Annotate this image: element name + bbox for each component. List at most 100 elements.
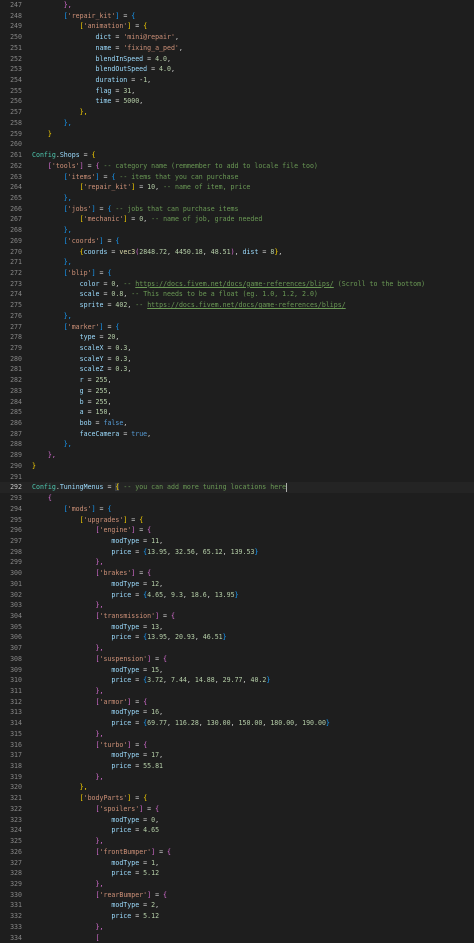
code-line[interactable]: 300 ['brakes'] = {: [0, 568, 474, 579]
code-line[interactable]: 334 [: [0, 933, 474, 943]
code-line[interactable]: 266 ['jobs'] = { -- jobs that can purcha…: [0, 204, 474, 215]
code-line[interactable]: 295 ['upgrades'] = {: [0, 515, 474, 526]
code-token: =: [111, 33, 124, 42]
code-line[interactable]: 272 ['blip'] = {: [0, 268, 474, 279]
code-line[interactable]: 322 ['spoilers'] = {: [0, 804, 474, 815]
code-line[interactable]: 330 ['rearBumper'] = {: [0, 890, 474, 901]
code-token: =: [103, 301, 116, 310]
code-line[interactable]: 278 type = 20,: [0, 332, 474, 343]
code-line[interactable]: 251 name = 'fixing_a_ped',: [0, 43, 474, 54]
code-line[interactable]: 327 modType = 1,: [0, 858, 474, 869]
code-line[interactable]: 255 flag = 31,: [0, 86, 474, 97]
code-line[interactable]: 297 modType = 11,: [0, 536, 474, 547]
code-line[interactable]: 254 duration = -1,: [0, 75, 474, 86]
code-line[interactable]: 329 },: [0, 879, 474, 890]
code-line[interactable]: 283 g = 255,: [0, 386, 474, 397]
code-line[interactable]: 314 price = {69.77, 116.28, 130.00, 150.…: [0, 718, 474, 729]
code-line[interactable]: 285 a = 150,: [0, 407, 474, 418]
code-token: scale: [32, 290, 100, 299]
code-line[interactable]: 319 },: [0, 772, 474, 783]
code-line[interactable]: 258 },: [0, 118, 474, 129]
code-line[interactable]: 301 modType = 12,: [0, 579, 474, 590]
code-line[interactable]: 257 },: [0, 107, 474, 118]
code-line[interactable]: 262 ['tools'] = { -- category name (remm…: [0, 161, 474, 172]
code-line[interactable]: 281 scaleZ = 0.3,: [0, 364, 474, 375]
code-line[interactable]: 273 color = 0, -- https://docs.fivem.net…: [0, 279, 474, 290]
code-line[interactable]: 333 },: [0, 922, 474, 933]
code-line[interactable]: 275 sprite = 402, -- https://docs.fivem.…: [0, 300, 474, 311]
code-line[interactable]: 305 modType = 13,: [0, 622, 474, 633]
code-line[interactable]: 323 modType = 0,: [0, 815, 474, 826]
code-token: 116.28: [174, 719, 199, 728]
code-line[interactable]: 260: [0, 139, 474, 150]
code-line[interactable]: 310 price = {3.72, 7.44, 14.88, 29.77, 4…: [0, 675, 474, 686]
code-line[interactable]: 328 price = 5.12: [0, 868, 474, 879]
code-line[interactable]: 268 },: [0, 225, 474, 236]
code-line[interactable]: 324 price = 4.65: [0, 825, 474, 836]
code-line[interactable]: 259 }: [0, 129, 474, 140]
code-line[interactable]: 250 dict = 'mini@repair',: [0, 32, 474, 43]
code-line[interactable]: 321 ['bodyParts'] = {: [0, 793, 474, 804]
code-token: price: [32, 762, 132, 771]
code-line[interactable]: 247 },: [0, 0, 474, 11]
code-line[interactable]: 269 ['coords'] = {: [0, 236, 474, 247]
code-line[interactable]: 276 },: [0, 311, 474, 322]
code-line[interactable]: 248 ['repair_kit'] = {: [0, 11, 474, 22]
code-line[interactable]: 263 ['items'] = { -- items that you can …: [0, 172, 474, 183]
code-line[interactable]: 304 ['transmission'] = {: [0, 611, 474, 622]
code-line[interactable]: 325 },: [0, 836, 474, 847]
code-line[interactable]: 307 },: [0, 643, 474, 654]
line-number: 334: [10, 933, 22, 942]
code-line[interactable]: 249 ['animation'] = {: [0, 21, 474, 32]
code-line[interactable]: 264 ['repair_kit'] = 10, -- name of item…: [0, 182, 474, 193]
code-line[interactable]: 277 ['marker'] = {: [0, 322, 474, 333]
code-line[interactable]: 265 },: [0, 193, 474, 204]
code-line[interactable]: 256 time = 5000,: [0, 96, 474, 107]
code-line[interactable]: 252 blendInSpeed = 4.0,: [0, 54, 474, 65]
code-line[interactable]: 318 price = 55.81: [0, 761, 474, 772]
code-line[interactable]: 311 },: [0, 686, 474, 697]
code-line[interactable]: 284 b = 255,: [0, 397, 474, 408]
code-line[interactable]: 290}: [0, 461, 474, 472]
code-line[interactable]: 313 modType = 16,: [0, 707, 474, 718]
code-line[interactable]: 279 scaleX = 0.3,: [0, 343, 474, 354]
code-line[interactable]: 331 modType = 2,: [0, 900, 474, 911]
code-line[interactable]: 267 ['mechanic'] = 0, -- name of job, gr…: [0, 214, 474, 225]
code-line[interactable]: 282 r = 255,: [0, 375, 474, 386]
code-line[interactable]: 289 },: [0, 450, 474, 461]
code-line[interactable]: 315 },: [0, 729, 474, 740]
code-line[interactable]: 296 ['engine'] = {: [0, 525, 474, 536]
code-line[interactable]: 287 faceCamera = true,: [0, 429, 474, 440]
code-token: 'transmission': [99, 611, 156, 620]
code-line[interactable]: 274 scale = 0.8, -- This needs to be a f…: [0, 289, 474, 300]
code-token: =: [95, 333, 108, 342]
code-line[interactable]: 294 ['mods'] = {: [0, 504, 474, 515]
code-line[interactable]: 253 blendOutSpeed = 4.0,: [0, 64, 474, 75]
code-line[interactable]: 308 ['suspension'] = {: [0, 654, 474, 665]
code-line[interactable]: 326 ['frontBumper'] = {: [0, 847, 474, 858]
code-line[interactable]: 316 ['turbo'] = {: [0, 740, 474, 751]
code-editor[interactable]: 247 }, 248 ['repair_kit'] = {249 ['animat…: [0, 0, 474, 942]
code-line[interactable]: 291: [0, 472, 474, 483]
code-line[interactable]: 280 scaleY = 0.3,: [0, 354, 474, 365]
code-line[interactable]: 270 {coords = vec3(2848.72, 4450.18, 48.…: [0, 247, 474, 258]
code-line[interactable]: 312 ['armor'] = {: [0, 697, 474, 708]
code-line[interactable]: 320 },: [0, 782, 474, 793]
code-line[interactable]: 303 },: [0, 600, 474, 611]
code-line[interactable]: 306 price = {13.95, 20.93, 46.51}: [0, 632, 474, 643]
code-line[interactable]: 317 modType = 17,: [0, 750, 474, 761]
code-token: },: [32, 118, 72, 127]
code-line[interactable]: 299 },: [0, 557, 474, 568]
code-line[interactable]: 332 price = 5.12: [0, 911, 474, 922]
code-line[interactable]: 293 {: [0, 493, 474, 504]
code-line[interactable]: 292 Config.TuningMenus = { -- you can add…: [0, 482, 474, 494]
code-line[interactable]: 288 },: [0, 439, 474, 450]
code-line[interactable]: 309 modType = 15,: [0, 665, 474, 676]
code-line[interactable]: 302 price = {4.65, 9.3, 18.6, 13.95}: [0, 590, 474, 601]
code-line[interactable]: 261 Config.Shops = {: [0, 150, 474, 161]
code-token: =: [139, 622, 152, 631]
code-line[interactable]: 298 price = {13.95, 32.56, 65.12, 139.53…: [0, 547, 474, 558]
code-line[interactable]: 286 bob = false,: [0, 418, 474, 429]
code-line[interactable]: 271 },: [0, 257, 474, 268]
code-token: 69.77: [147, 719, 168, 728]
